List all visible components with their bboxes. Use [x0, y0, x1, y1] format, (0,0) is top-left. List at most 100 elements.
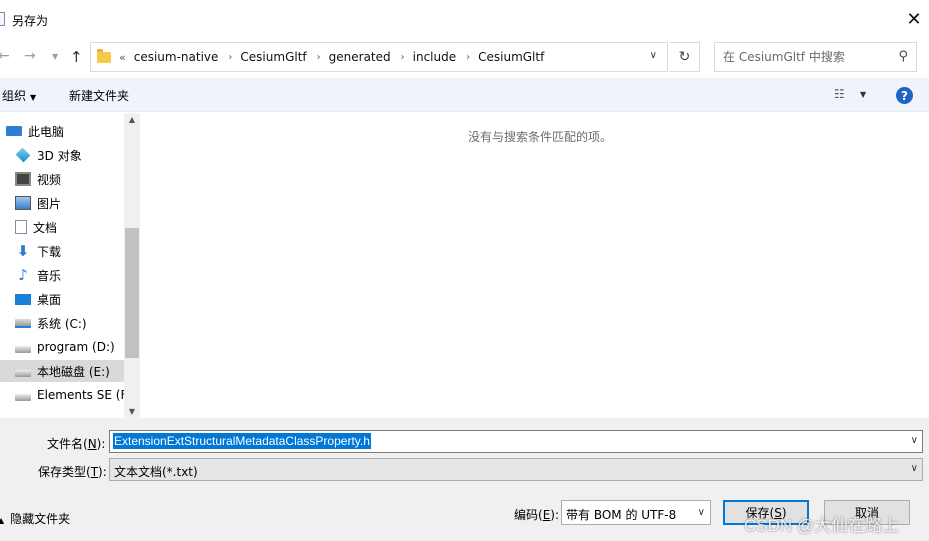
sidebar-item-label: 音乐 [37, 268, 62, 283]
view-options-icon[interactable]: ☷ [834, 87, 845, 101]
forward-arrow-icon[interactable]: → [24, 48, 36, 64]
sidebar-item-desktop[interactable]: 桌面 [15, 288, 139, 310]
watermark: CSDN @大仙在路上 [744, 516, 900, 535]
sidebar-item-label: 下载 [37, 244, 62, 259]
sidebar-item-label: 此电脑 [28, 124, 65, 139]
encoding-value: 带有 BOM 的 UTF-8 [566, 508, 677, 522]
breadcrumb-cesium-native[interactable]: cesium-native [134, 50, 219, 64]
encoding-select[interactable]: 带有 BOM 的 UTF-8 ∨ [561, 500, 711, 525]
filetype-label-text: 保存类型( [38, 465, 91, 479]
scroll-down-icon[interactable]: ▼ [124, 407, 140, 416]
sidebar-item-downloads[interactable]: ⬇ 下载 [15, 240, 139, 262]
search-box[interactable]: ⚲ [714, 42, 917, 72]
sidebar-item-label: 文档 [33, 220, 58, 235]
caret-up-icon: ▲ [0, 516, 5, 525]
sidebar-item-documents[interactable]: 文档 [15, 216, 139, 238]
file-list-area[interactable]: 没有与搜索条件匹配的项。 [141, 113, 929, 418]
breadcrumb-overflow[interactable]: « [119, 51, 126, 64]
search-input[interactable] [723, 50, 893, 64]
filename-label: 文件名(N): [47, 435, 105, 452]
sidebar-item-label: 3D 对象 [37, 148, 82, 163]
chevron-down-icon[interactable]: ∨ [698, 507, 705, 518]
filetype-label: 保存类型(T): [38, 463, 107, 480]
filetype-select[interactable]: 文本文档(*.txt) ∨ [109, 458, 923, 481]
desktop-icon [15, 293, 31, 305]
chevron-right-icon[interactable]: › [317, 52, 321, 63]
address-bar[interactable]: « cesium-native › CesiumGltf › generated… [90, 42, 668, 72]
pictures-icon [15, 196, 31, 210]
organize-label: 组织 [2, 89, 27, 103]
sidebar-item-local-disk-e[interactable]: 本地磁盘 (E:) [0, 360, 124, 382]
sidebar-item-label: program (D:) [37, 340, 115, 354]
chevron-down-icon[interactable]: ∨ [650, 50, 657, 61]
help-icon[interactable]: ? [896, 87, 913, 104]
filetype-access-key: T [90, 465, 99, 479]
folder-icon [97, 48, 111, 63]
documents-icon [15, 220, 27, 234]
chevron-down-icon[interactable]: ∨ [911, 435, 918, 446]
navigation-bar: ← → ▼ ↑ « cesium-native › CesiumGltf › g… [0, 38, 929, 76]
sidebar-item-music[interactable]: ♪ 音乐 [15, 264, 139, 286]
search-icon[interactable]: ⚲ [898, 49, 908, 64]
sidebar-item-label: 系统 (C:) [37, 316, 87, 331]
sidebar-item-videos[interactable]: 视频 [15, 168, 139, 190]
breadcrumb-cesiumgltf[interactable]: CesiumGltf [240, 50, 306, 64]
filename-access-key: N [87, 437, 97, 451]
encoding-label: 编码(E): [514, 506, 559, 523]
navigation-scrollbar[interactable]: ▲ ▼ [124, 113, 140, 418]
drive-icon [15, 345, 31, 353]
chevron-right-icon[interactable]: › [466, 52, 470, 63]
sidebar-item-pictures[interactable]: 图片 [15, 192, 139, 214]
sidebar-item-this-pc[interactable]: 此电脑 [6, 120, 130, 142]
breadcrumb-include[interactable]: include [413, 50, 456, 64]
filename-input-value[interactable]: ExtensionExtStructuralMetadataClassPrope… [113, 433, 371, 449]
encoding-label-suffix: ): [550, 508, 560, 522]
sidebar-item-elements-se-f[interactable]: Elements SE (F: [15, 384, 124, 406]
notepad-icon [0, 12, 5, 26]
sidebar-item-3d-objects[interactable]: 3D 对象 [15, 144, 139, 166]
filetype-label-suffix: ): [98, 465, 107, 479]
chevron-right-icon[interactable]: › [401, 52, 405, 63]
downloads-icon: ⬇ [16, 242, 30, 260]
organize-menu[interactable]: 组织 ▼ [2, 87, 36, 104]
sidebar-item-label: Elements SE (F: [37, 388, 124, 402]
sidebar-item-label: 桌面 [37, 292, 62, 307]
up-arrow-icon[interactable]: ↑ [70, 48, 83, 66]
caret-down-icon[interactable]: ▼ [860, 90, 866, 99]
scrollbar-thumb[interactable] [125, 228, 139, 358]
filename-label-suffix: ): [96, 437, 106, 451]
sidebar-item-label: 视频 [37, 172, 62, 187]
recent-locations-dropdown-icon[interactable]: ▼ [52, 52, 58, 61]
chevron-down-icon[interactable]: ∨ [911, 463, 918, 474]
sidebar-item-program-d[interactable]: program (D:) [15, 336, 139, 358]
scroll-up-icon[interactable]: ▲ [124, 115, 140, 124]
close-button[interactable]: ✕ [899, 4, 929, 34]
sidebar-item-label: 图片 [37, 196, 62, 211]
sidebar-item-system-c[interactable]: 系统 (C:) [15, 312, 139, 334]
computer-icon [6, 126, 22, 136]
sidebar-item-label: 本地磁盘 (E:) [37, 364, 110, 379]
hide-folders-label: 隐藏文件夹 [10, 512, 71, 526]
breadcrumb-cesiumgltf-current[interactable]: CesiumGltf [478, 50, 544, 64]
new-folder-button[interactable]: 新建文件夹 [69, 87, 129, 104]
title-bar: 另存为 ✕ [0, 0, 929, 36]
chevron-right-icon[interactable]: › [228, 52, 232, 63]
filename-label-text: 文件名( [47, 437, 88, 451]
3d-objects-icon [15, 147, 31, 163]
music-icon: ♪ [18, 266, 28, 284]
drive-icon [15, 369, 31, 377]
back-arrow-icon[interactable]: ← [0, 48, 10, 64]
breadcrumb-generated[interactable]: generated [329, 50, 391, 64]
caret-down-icon: ▼ [30, 93, 37, 102]
command-toolbar: 组织 ▼ 新建文件夹 ☷ ▼ ? [0, 78, 929, 112]
refresh-button[interactable]: ↻ [670, 42, 700, 72]
hide-folders-toggle[interactable]: ▲ 隐藏文件夹 [0, 510, 70, 527]
empty-results-message: 没有与搜索条件匹配的项。 [467, 130, 612, 144]
encoding-label-text: 编码( [514, 508, 543, 522]
filename-field[interactable]: ExtensionExtStructuralMetadataClassPrope… [109, 430, 923, 453]
navigation-pane: 此电脑 3D 对象 视频 图片 文档 ⬇ 下载 ♪ 音乐 桌面 系统 (C:) … [0, 113, 140, 418]
window-title: 另存为 [12, 14, 49, 28]
save-options-panel: 文件名(N): ExtensionExtStructuralMetadataCl… [0, 418, 929, 541]
filetype-value: 文本文档(*.txt) [114, 465, 198, 479]
drive-icon [15, 393, 31, 401]
